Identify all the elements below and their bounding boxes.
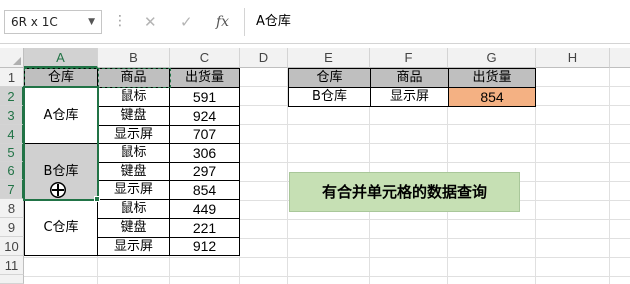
name-box-value: 6R x 1C xyxy=(11,15,58,29)
name-box[interactable]: 6R x 1C ▼ xyxy=(4,10,102,34)
enter-icon[interactable]: ✓ xyxy=(180,10,193,34)
product-cell[interactable]: 键盘 xyxy=(97,218,170,238)
lookup-header-quantity[interactable]: 出货量 xyxy=(448,68,536,88)
row-header-11[interactable]: 11 xyxy=(0,256,24,275)
row-header-3[interactable]: 3 xyxy=(0,106,24,125)
warehouse-cell-c[interactable]: C仓库 xyxy=(24,199,98,256)
column-header-g[interactable]: G xyxy=(448,48,536,68)
quantity-cell[interactable]: 449 xyxy=(169,199,240,219)
row-header-partial xyxy=(0,275,24,284)
formula-bar-divider xyxy=(244,8,245,36)
table-header-quantity[interactable]: 出货量 xyxy=(169,68,240,88)
column-header-h[interactable]: H xyxy=(536,48,610,68)
gridline xyxy=(609,68,610,284)
formula-buttons: ✕ ✓ fx xyxy=(130,10,242,34)
chevron-down-icon[interactable]: ▼ xyxy=(88,11,95,33)
cancel-icon[interactable]: ✕ xyxy=(144,10,157,34)
lookup-header-warehouse[interactable]: 仓库 xyxy=(288,68,371,88)
row-header-7[interactable]: 7 xyxy=(0,180,24,199)
row-header-5[interactable]: 5 xyxy=(0,144,24,162)
row-header-8[interactable]: 8 xyxy=(0,199,24,218)
product-cell[interactable]: 键盘 xyxy=(97,106,170,126)
insert-function-icon[interactable]: fx xyxy=(216,10,229,34)
title-banner: 有合并单元格的数据查询 xyxy=(289,172,520,212)
quantity-cell[interactable]: 221 xyxy=(169,218,240,238)
copy-marquee xyxy=(24,68,99,88)
lookup-warehouse-input[interactable]: B仓库 xyxy=(288,87,371,107)
quantity-cell[interactable]: 297 xyxy=(169,162,240,181)
lookup-result-cell[interactable]: 854 xyxy=(448,87,536,107)
row-header-6[interactable]: 6 xyxy=(0,162,24,180)
column-header-c[interactable]: C xyxy=(170,48,240,68)
quantity-cell[interactable]: 854 xyxy=(169,180,240,200)
fill-handle[interactable] xyxy=(94,196,100,202)
column-header-e[interactable]: E xyxy=(288,48,370,68)
product-cell[interactable]: 显示屏 xyxy=(97,125,170,144)
product-cell[interactable]: 显示屏 xyxy=(97,237,170,256)
row-header-10[interactable]: 10 xyxy=(0,237,24,256)
select-all-corner[interactable] xyxy=(0,48,24,68)
quantity-cell[interactable]: 306 xyxy=(169,143,240,163)
column-header-b[interactable]: B xyxy=(98,48,170,68)
formula-input[interactable]: A仓库 xyxy=(250,10,626,34)
product-cell[interactable]: 鼠标 xyxy=(97,199,170,219)
column-header-f[interactable]: F xyxy=(370,48,448,68)
lookup-header-product[interactable]: 商品 xyxy=(370,68,449,88)
quantity-cell[interactable]: 912 xyxy=(169,237,240,256)
product-cell[interactable]: 显示屏 xyxy=(97,180,170,200)
row-header-4[interactable]: 4 xyxy=(0,125,24,144)
quantity-cell[interactable]: 924 xyxy=(169,106,240,126)
product-cell[interactable]: 鼠标 xyxy=(97,143,170,163)
lookup-product-input[interactable]: 显示屏 xyxy=(370,87,449,107)
row-header-9[interactable]: 9 xyxy=(0,218,24,237)
product-cell[interactable]: 键盘 xyxy=(97,162,170,181)
product-cell[interactable]: 鼠标 xyxy=(97,87,170,107)
column-header-d[interactable]: D xyxy=(240,48,288,68)
column-header-partial xyxy=(610,48,630,68)
quantity-cell[interactable]: 591 xyxy=(169,87,240,107)
copy-marquee xyxy=(97,68,171,88)
move-cursor-icon xyxy=(50,182,66,198)
row-header-1[interactable]: 1 xyxy=(0,68,24,87)
row-header-2[interactable]: 2 xyxy=(0,87,24,106)
formula-bar-grip-icon: ⋮ xyxy=(113,13,127,29)
column-header-a[interactable]: A xyxy=(24,48,98,68)
quantity-cell[interactable]: 707 xyxy=(169,125,240,144)
